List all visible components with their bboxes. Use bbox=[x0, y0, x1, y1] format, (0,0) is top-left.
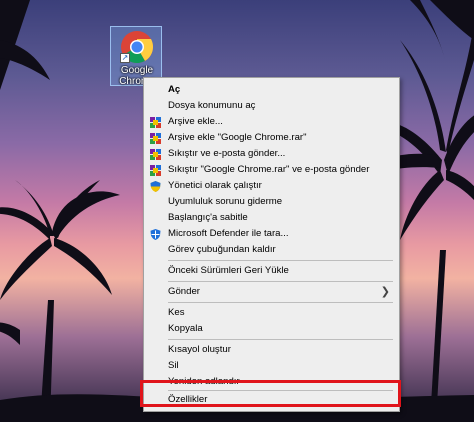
shortcut-arrow-icon: ↗ bbox=[120, 53, 130, 63]
menu-item-open[interactable]: Aç bbox=[144, 82, 399, 98]
menu-item-add-to-archive[interactable]: Arşive ekle... bbox=[144, 114, 399, 130]
winrar-icon bbox=[150, 165, 161, 176]
menu-item-label: Microsoft Defender ile tara... bbox=[168, 228, 289, 239]
menu-item-label: Arşive ekle "Google Chrome.rar" bbox=[168, 132, 307, 143]
chevron-right-icon: ❯ bbox=[380, 286, 390, 298]
defender-icon bbox=[150, 229, 161, 240]
context-menu: Aç Dosya konumunu aç Arşive ekle... Arşi… bbox=[143, 77, 400, 412]
menu-item-pin-to-start[interactable]: Başlangıç'a sabitle bbox=[144, 210, 399, 226]
menu-item-copy[interactable]: Kopyala bbox=[144, 321, 399, 337]
menu-item-add-to-rar[interactable]: Arşive ekle "Google Chrome.rar" bbox=[144, 130, 399, 146]
menu-item-restore-previous-versions[interactable]: Önceki Sürümleri Geri Yükle bbox=[144, 263, 399, 279]
menu-item-open-file-location[interactable]: Dosya konumunu aç bbox=[144, 98, 399, 114]
menu-item-run-as-admin[interactable]: Yönetici olarak çalıştır bbox=[144, 178, 399, 194]
menu-item-compress-and-email[interactable]: Sıkıştır ve e-posta gönder... bbox=[144, 146, 399, 162]
menu-item-label: Kısayol oluştur bbox=[168, 344, 231, 355]
menu-item-create-shortcut[interactable]: Kısayol oluştur bbox=[144, 342, 399, 358]
menu-separator bbox=[168, 339, 393, 340]
menu-item-label: Sıkıştır "Google Chrome.rar" ve e-posta … bbox=[168, 164, 370, 175]
menu-item-label: Önceki Sürümleri Geri Yükle bbox=[168, 265, 289, 276]
menu-item-delete[interactable]: Sil bbox=[144, 358, 399, 374]
menu-item-scan-with-defender[interactable]: Microsoft Defender ile tara... bbox=[144, 226, 399, 242]
menu-item-label: Yönetici olarak çalıştır bbox=[168, 180, 262, 191]
menu-item-label: Uyumluluk sorunu giderme bbox=[168, 196, 283, 207]
winrar-icon bbox=[150, 149, 161, 160]
menu-item-label: Dosya konumunu aç bbox=[168, 100, 256, 111]
menu-item-label: Görev çubuğundan kaldır bbox=[168, 244, 276, 255]
menu-item-label: Gönder bbox=[168, 286, 200, 297]
menu-item-label: Arşive ekle... bbox=[168, 116, 223, 127]
menu-item-label: Sıkıştır ve e-posta gönder... bbox=[168, 148, 286, 159]
menu-separator bbox=[168, 260, 393, 261]
menu-separator bbox=[168, 302, 393, 303]
menu-item-label: Başlangıç'a sabitle bbox=[168, 212, 248, 223]
menu-item-troubleshoot-compatibility[interactable]: Uyumluluk sorunu giderme bbox=[144, 194, 399, 210]
winrar-icon bbox=[150, 117, 161, 128]
menu-item-label: Aç bbox=[168, 84, 181, 95]
menu-item-compress-rar-and-email[interactable]: Sıkıştır "Google Chrome.rar" ve e-posta … bbox=[144, 162, 399, 178]
uac-shield-icon bbox=[150, 181, 161, 192]
menu-item-label: Sil bbox=[168, 360, 179, 371]
menu-item-label: Kes bbox=[168, 307, 185, 318]
menu-item-send-to[interactable]: Gönder ❯ bbox=[144, 284, 399, 300]
menu-item-cut[interactable]: Kes bbox=[144, 305, 399, 321]
menu-item-label: Kopyala bbox=[168, 323, 203, 334]
winrar-icon bbox=[150, 133, 161, 144]
menu-separator bbox=[168, 281, 393, 282]
menu-item-unpin-from-taskbar[interactable]: Görev çubuğundan kaldır bbox=[144, 242, 399, 258]
properties-highlight-box bbox=[140, 380, 401, 407]
